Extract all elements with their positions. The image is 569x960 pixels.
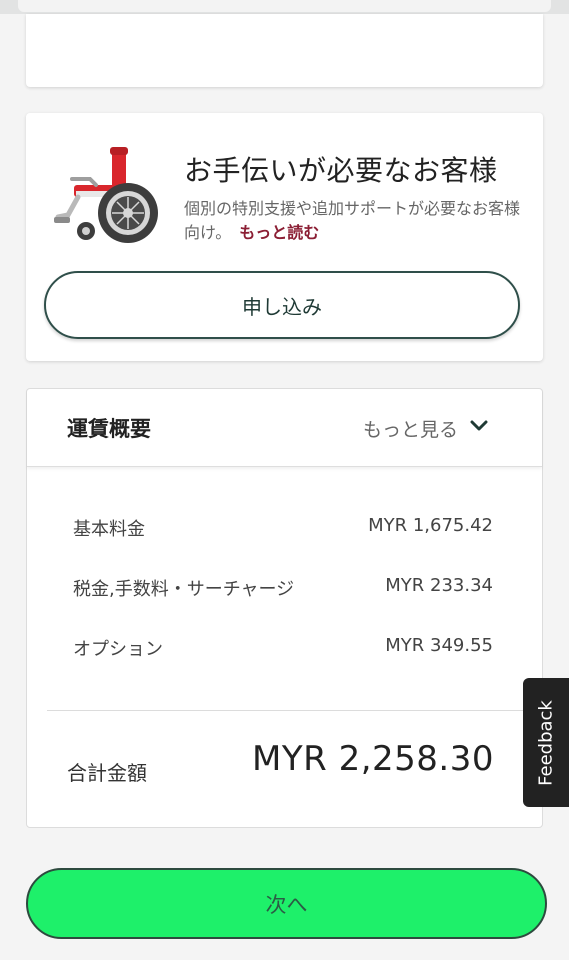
divider xyxy=(47,710,544,711)
fare-row-label: 基本料金 xyxy=(73,519,145,540)
fare-summary-header[interactable]: 運賃概要 もっと見る xyxy=(27,389,542,467)
special-assistance-card: お手伝いが必要なお客様 個別の特別支援や追加サポートが必要なお客様向け。 もっと読… xyxy=(26,113,543,361)
fare-row-value: MYR 349.55 xyxy=(385,635,493,656)
assistance-description: 個別の特別支援や追加サポートが必要なお客様向け。 もっと読む xyxy=(184,197,524,245)
fare-row-options: オプション MYR 349.55 xyxy=(73,635,493,665)
assistance-description-text: 個別の特別支援や追加サポートが必要なお客様向け。 xyxy=(184,199,521,242)
fare-row-value: MYR 233.34 xyxy=(385,575,493,596)
previous-card xyxy=(26,14,543,87)
assistance-title: お手伝いが必要なお客様 xyxy=(184,154,498,187)
total-amount: MYR 2,258.30 xyxy=(252,739,494,779)
fare-row-base: 基本料金 MYR 1,675.42 xyxy=(73,515,493,545)
fare-row-value: MYR 1,675.42 xyxy=(368,515,493,536)
total-label: 合計金額 xyxy=(67,761,147,785)
see-more-link[interactable]: もっと見る xyxy=(363,415,458,442)
top-edge xyxy=(0,0,569,14)
feedback-tab[interactable]: Feedback xyxy=(523,678,569,807)
fare-row-taxes: 税金,手数料・サーチャージ MYR 233.34 xyxy=(73,575,493,605)
wheelchair-icon xyxy=(54,147,158,243)
apply-button[interactable]: 申し込み xyxy=(44,271,520,339)
fare-summary-title: 運賃概要 xyxy=(67,417,151,441)
fare-row-label: 税金,手数料・サーチャージ xyxy=(73,579,295,600)
read-more-link[interactable]: もっと読む xyxy=(239,223,319,242)
fare-row-label: オプション xyxy=(73,639,163,660)
chevron-down-icon[interactable] xyxy=(470,419,488,433)
next-button[interactable]: 次へ xyxy=(26,868,547,939)
feedback-label: Feedback xyxy=(535,699,557,786)
fare-summary-card: 運賃概要 もっと見る 基本料金 MYR 1,675.42 税金,手数料・サーチャ… xyxy=(26,388,544,828)
